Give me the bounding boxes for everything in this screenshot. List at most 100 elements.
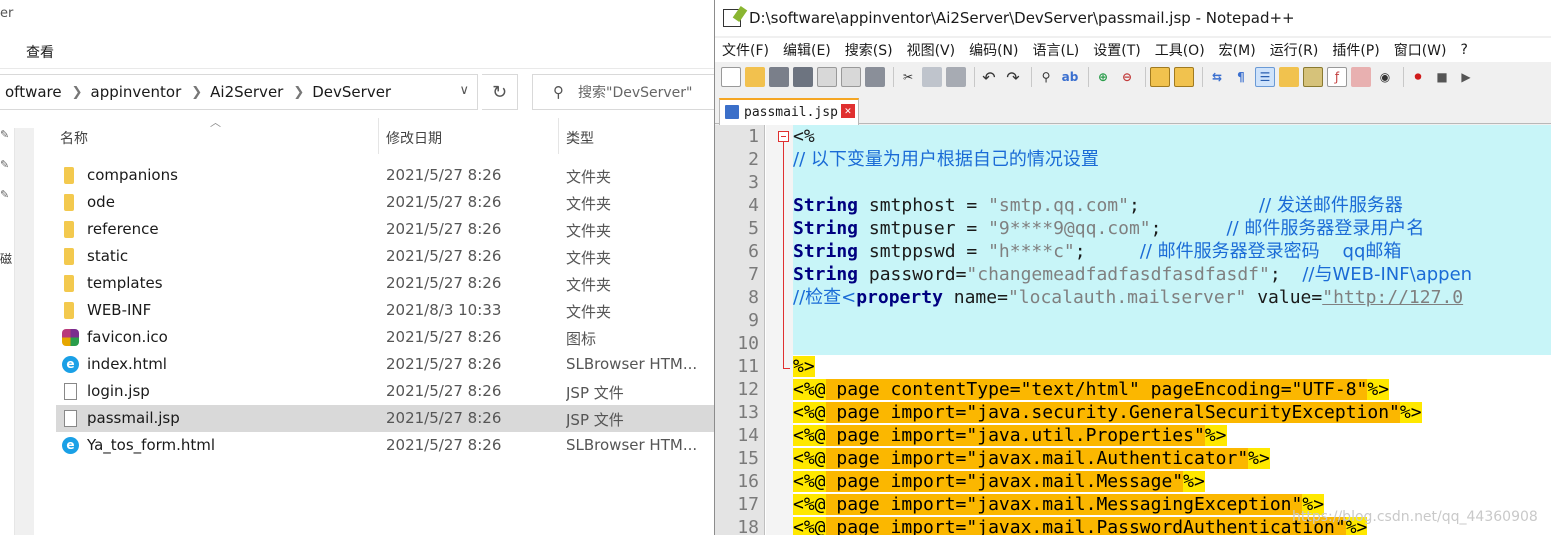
fold-margin[interactable] [766,125,793,535]
code-string: "changemeadfadfasdfasdfasdf" [966,264,1270,285]
pin-icon[interactable]: ✎ [0,158,9,171]
stop-macro-icon[interactable]: ■ [1432,67,1452,87]
file-row[interactable]: e index.html 2021/5/27 8:26 SLBrowser HTM..… [56,351,714,378]
sync-vertical-icon[interactable] [1150,67,1170,87]
copy-icon[interactable] [922,67,942,87]
zoom-in-icon[interactable]: ⊕ [1093,67,1113,87]
chevron-right-icon[interactable]: ❯ [191,85,202,100]
file-row[interactable]: companions 2021/5/27 8:26 文件夹 [56,162,714,189]
udl-icon[interactable] [1279,67,1299,87]
monitor-icon[interactable]: ◉ [1375,67,1395,87]
line-number: 1 [748,126,759,147]
file-row-selected[interactable]: passmail.jsp 2021/5/27 8:26 JSP 文件 [56,405,714,432]
file-row[interactable]: e Ya_tos_form.html 2021/5/27 8:26 SLBrowser… [56,432,714,459]
refresh-button[interactable]: ↻ [482,74,518,110]
sync-horizontal-icon[interactable] [1174,67,1194,87]
explorer-ribbon: 查看 [0,30,714,68]
menu-settings[interactable]: 设置(T) [1093,40,1140,60]
find-icon[interactable]: ⚲ [1036,67,1056,87]
show-all-chars-icon[interactable]: ¶ [1231,67,1251,87]
file-row[interactable]: static 2021/5/27 8:26 文件夹 [56,243,714,270]
menu-edit[interactable]: 编辑(E) [783,40,831,60]
play-macro-icon[interactable]: ▶ [1456,67,1476,87]
browser-icon: e [62,437,79,454]
code-directive: %> [793,356,815,377]
column-divider[interactable] [558,118,559,154]
code-line: 4 String smtphost = "smtp.qq.com"; // 发送邮… [748,194,1551,217]
column-date[interactable]: 修改日期 [386,128,442,148]
menu-tools[interactable]: 工具(O) [1155,40,1205,60]
undo-icon[interactable]: ↶ [979,67,999,87]
menu-help[interactable]: ? [1461,42,1468,58]
file-row[interactable]: favicon.ico 2021/5/27 8:26 图标 [56,324,714,351]
search-input[interactable]: ⚲ 搜索"DevServer" [532,74,714,110]
code-editor[interactable]: 1 <% 2 // 以下变量为用户根据自己的情况设置 3 4 String smtph… [715,125,1551,535]
menu-window[interactable]: 窗口(W) [1394,40,1447,60]
menu-view[interactable]: 视图(V) [907,40,956,60]
column-divider[interactable] [378,118,379,154]
file-row[interactable]: ode 2021/5/27 8:26 文件夹 [56,189,714,216]
new-file-icon[interactable] [721,67,741,87]
menu-plugins[interactable]: 插件(P) [1332,40,1379,60]
file-name: login.jsp [87,382,150,400]
code-keyword: String [793,195,859,216]
breadcrumb-appinventor[interactable]: appinventor [91,83,182,101]
fold-minus-icon[interactable] [778,131,789,142]
print-icon[interactable] [865,67,885,87]
menu-file[interactable]: 文件(F) [722,40,769,60]
menu-language[interactable]: 语言(L) [1033,40,1080,60]
code-link[interactable]: "http://127.0 [1322,287,1463,308]
chevron-right-icon[interactable]: ❯ [72,85,83,100]
record-macro-icon[interactable]: ⏺ [1408,67,1428,87]
menu-macro[interactable]: 宏(M) [1219,40,1256,60]
breadcrumb-software[interactable]: oftware [5,83,62,101]
code-attr: page import= [825,448,967,469]
doc-map-icon[interactable] [1303,67,1323,87]
file-row[interactable]: WEB-INF 2021/8/3 10:33 文件夹 [56,297,714,324]
favicon-icon [62,329,79,346]
replace-icon[interactable]: ab [1060,67,1080,87]
folder-as-workspace-icon[interactable] [1351,67,1371,87]
nav-item-clipped[interactable]: 磁 [0,250,12,267]
file-row[interactable]: reference 2021/5/27 8:26 文件夹 [56,216,714,243]
function-list-icon[interactable]: ƒ [1327,67,1347,87]
close-icon[interactable]: ✕ [840,104,855,118]
paste-icon[interactable] [946,67,966,87]
column-name[interactable]: 名称 [60,128,88,148]
file-name: reference [87,220,159,238]
search-icon: ⚲ [553,83,564,101]
code-attr: page import= [825,402,967,423]
tab-passmail[interactable]: passmail.jsp ✕ [719,98,859,125]
column-type[interactable]: 类型 [566,128,594,148]
indent-guide-icon[interactable]: ☰ [1255,67,1275,87]
window-title-bar[interactable]: D:\software\appinventor\Ai2Server\DevSer… [715,0,1551,36]
file-row[interactable]: templates 2021/5/27 8:26 文件夹 [56,270,714,297]
redo-icon[interactable]: ↷ [1003,67,1023,87]
tab-label: passmail.jsp [744,105,838,120]
save-all-icon[interactable] [793,67,813,87]
code-attr: page import= [825,494,967,515]
save-icon[interactable] [769,67,789,87]
zoom-out-icon[interactable]: ⊖ [1117,67,1137,87]
menu-search[interactable]: 搜索(S) [845,40,893,60]
cut-icon[interactable]: ✂ [898,67,918,87]
menu-encoding[interactable]: 编码(N) [969,40,1018,60]
nav-scrollbar[interactable] [14,128,34,535]
file-name: WEB-INF [87,301,152,319]
address-bar[interactable]: oftware ❯ appinventor ❯ Ai2Server ❯ DevS… [0,74,478,110]
word-wrap-icon[interactable]: ⇆ [1207,67,1227,87]
pin-icon[interactable]: ✎ [0,128,9,141]
ribbon-tab-view[interactable]: 查看 [26,42,54,62]
pin-icon[interactable]: ✎ [0,188,9,201]
line-number: 10 [737,333,759,354]
chevron-right-icon[interactable]: ❯ [293,85,304,100]
breadcrumb-ai2server[interactable]: Ai2Server [210,83,283,101]
breadcrumb-devserver[interactable]: DevServer [312,83,391,101]
close-file-icon[interactable] [817,67,837,87]
file-row[interactable]: login.jsp 2021/5/27 8:26 JSP 文件 [56,378,714,405]
menu-run[interactable]: 运行(R) [1270,40,1319,60]
open-folder-icon[interactable] [745,67,765,87]
code-comment: // 以下变量为用户根据自己的情况设置 [793,149,1099,170]
chevron-down-icon[interactable]: ∨ [459,83,469,98]
close-all-icon[interactable] [841,67,861,87]
